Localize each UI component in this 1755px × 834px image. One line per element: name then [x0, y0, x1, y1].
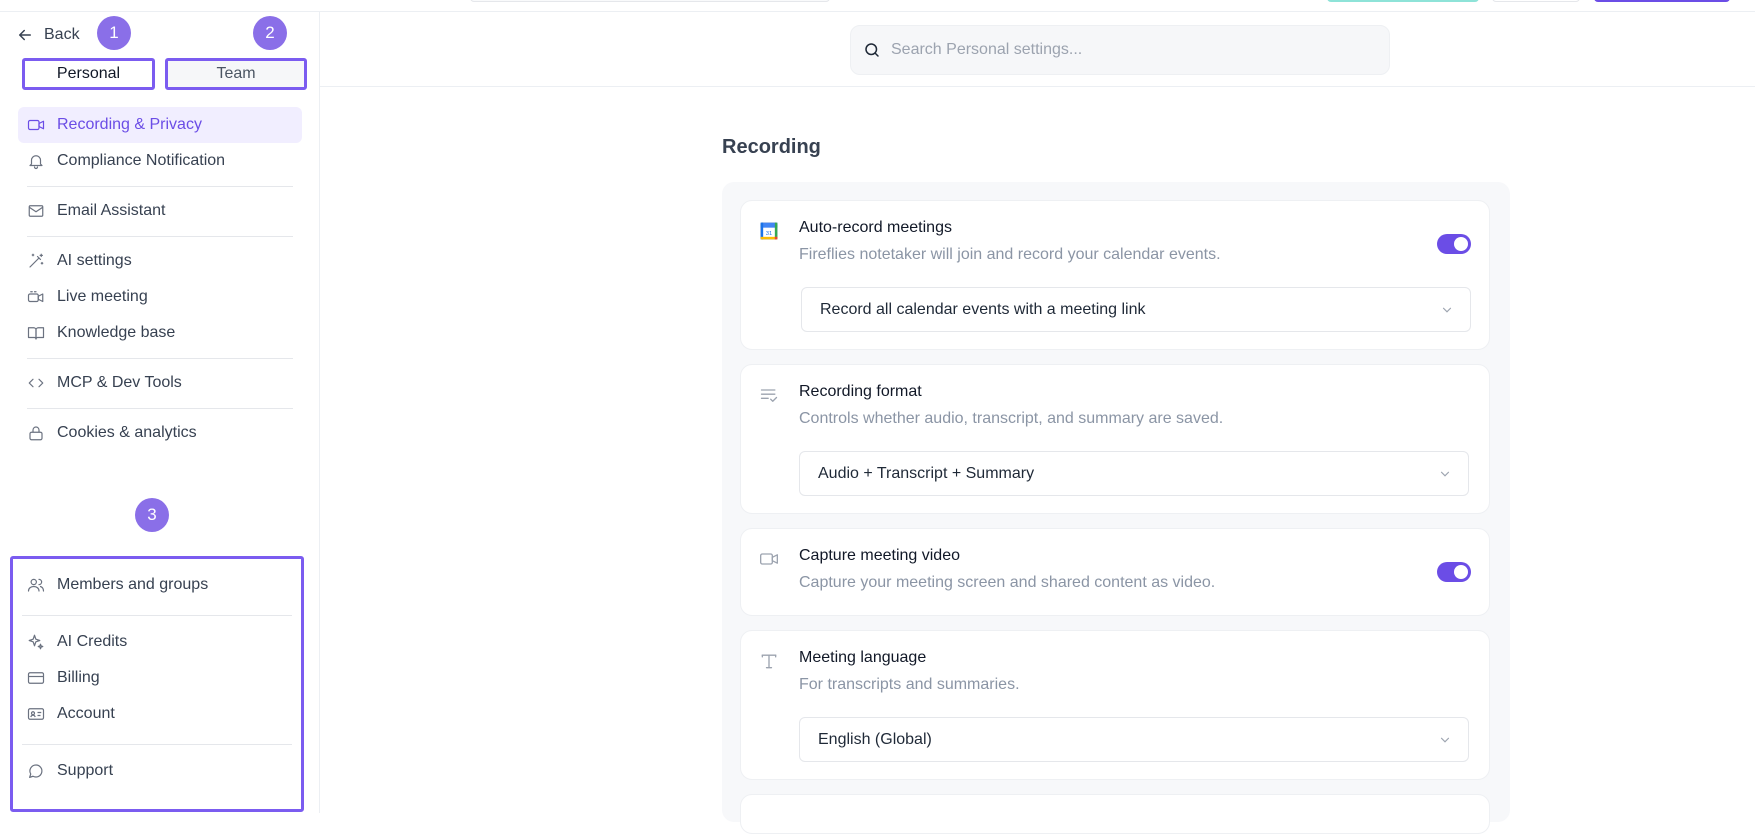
video-icon [27, 119, 45, 131]
sidebar-item-label: Billing [57, 669, 100, 686]
sidebar-item-email-assistant[interactable]: Email Assistant [18, 193, 302, 229]
back-button[interactable]: Back [16, 26, 80, 44]
sidebar-item-billing[interactable]: Billing [13, 660, 301, 696]
nav-divider [27, 186, 293, 187]
sidebar-item-label: Compliance Notification [57, 152, 226, 169]
settings-scope-tabs: Personal Team [22, 58, 307, 90]
sidebar-item-ai-settings[interactable]: AI settings [18, 243, 302, 279]
message-circle-icon [29, 764, 43, 778]
code-icon [28, 378, 44, 388]
id-card-icon [27, 708, 45, 720]
capture-video-description: Capture your meeting screen and shared c… [799, 574, 1216, 591]
next-setting-card [740, 794, 1490, 834]
sidebar-item-members-groups[interactable]: Members and groups [13, 567, 301, 603]
sidebar-item-compliance-notification[interactable]: Compliance Notification [18, 143, 302, 179]
auto-record-card: 31 Auto-record meetings Fireflies noteta… [740, 200, 1490, 350]
sidebar-item-label: Recording & Privacy [57, 116, 202, 133]
recording-settings-panel: 31 Auto-record meetings Fireflies noteta… [722, 182, 1510, 834]
top-secondary-button[interactable] [1492, 0, 1580, 2]
sidebar-item-knowledge-base[interactable]: Knowledge base [18, 315, 302, 351]
back-label: Back [44, 26, 80, 43]
sidebar-item-label: Email Assistant [57, 202, 166, 219]
meeting-language-title: Meeting language [799, 649, 927, 666]
capture-video-card: Capture meeting video Capture your meeti… [740, 528, 1490, 616]
chevron-down-icon [1440, 471, 1450, 477]
settings-sidebar: Back 1 2 Personal Team Recording & Priva… [0, 12, 320, 813]
sidebar-item-label: MCP & Dev Tools [57, 374, 182, 391]
nav-divider [27, 408, 293, 409]
sidebar-item-recording-privacy[interactable]: Recording & Privacy [18, 107, 302, 143]
top-promo-button[interactable] [1327, 0, 1479, 2]
meeting-language-select[interactable]: English (Global) [799, 717, 1469, 762]
team-settings-group: Members and groups AI Credits Billing Ac… [10, 556, 304, 812]
top-primary-button[interactable] [1594, 0, 1730, 2]
sidebar-item-label: AI Credits [57, 633, 128, 650]
sidebar-item-mcp-dev-tools[interactable]: MCP & Dev Tools [18, 365, 302, 401]
capture-video-toggle[interactable] [1437, 562, 1471, 582]
sidebar-item-cookies-analytics[interactable]: Cookies & analytics [18, 415, 302, 451]
list-check-icon [760, 389, 778, 402]
recording-format-select[interactable]: Audio + Transcript + Summary [799, 451, 1469, 496]
recording-format-card: Recording format Controls whether audio,… [740, 364, 1490, 514]
mail-icon [28, 205, 44, 217]
lock-icon [29, 426, 43, 441]
search-input[interactable] [891, 41, 1371, 59]
auto-record-select-value: Record all calendar events with a meetin… [820, 300, 1146, 318]
meeting-language-description: For transcripts and summaries. [799, 676, 1020, 693]
credit-card-icon [27, 672, 45, 684]
meeting-language-select-value: English (Global) [818, 730, 932, 748]
recording-format-description: Controls whether audio, transcript, and … [799, 410, 1224, 427]
sidebar-item-label: Knowledge base [57, 324, 176, 341]
nav-divider [22, 744, 292, 745]
recording-format-title: Recording format [799, 383, 922, 400]
text-icon [761, 654, 777, 669]
top-search-field[interactable] [470, 0, 830, 2]
capture-video-title: Capture meeting video [799, 547, 960, 564]
bell-icon [29, 155, 43, 170]
chevron-down-icon [1442, 307, 1452, 313]
search-box[interactable] [850, 25, 1390, 75]
chevron-down-icon [1440, 737, 1450, 743]
arrow-left-icon [19, 29, 31, 41]
tab-team[interactable]: Team [165, 58, 307, 90]
sidebar-item-label: AI settings [57, 252, 132, 269]
annotation-badge-1: 1 [97, 16, 131, 50]
sidebar-item-label: Live meeting [57, 288, 148, 305]
sidebar-item-label: Account [57, 705, 115, 722]
sidebar-item-ai-credits[interactable]: AI Credits [13, 624, 301, 660]
personal-settings-nav: Recording & Privacy Compliance Notificat… [18, 107, 302, 451]
meeting-language-card: Meeting language For transcripts and sum… [740, 630, 1490, 780]
annotation-badge-2: 2 [253, 16, 287, 50]
recording-format-select-value: Audio + Transcript + Summary [818, 464, 1035, 482]
search-header [320, 12, 1755, 87]
sidebar-item-support[interactable]: Support [13, 753, 301, 789]
sidebar-item-account[interactable]: Account [13, 696, 301, 732]
page-title: Recording [722, 136, 821, 158]
annotation-badge-3: 3 [135, 498, 169, 532]
users-icon [27, 578, 45, 592]
auto-record-select[interactable]: Record all calendar events with a meetin… [801, 287, 1471, 332]
nav-divider [27, 358, 293, 359]
sidebar-item-label: Support [57, 762, 114, 779]
sparkles-icon [28, 634, 44, 650]
tab-personal[interactable]: Personal [22, 58, 155, 90]
calendar-day-label: 31 [766, 231, 772, 237]
video-icon [760, 553, 778, 565]
calendar-icon: 31 [760, 222, 778, 240]
top-toolbar-strip [0, 0, 1755, 12]
search-icon [865, 43, 879, 57]
auto-record-toggle[interactable] [1437, 234, 1471, 254]
auto-record-description: Fireflies notetaker will join and record… [799, 246, 1221, 263]
book-open-icon [27, 327, 45, 340]
auto-record-title: Auto-record meetings [799, 219, 952, 236]
live-video-icon [27, 291, 44, 303]
sidebar-item-live-meeting[interactable]: Live meeting [18, 279, 302, 315]
magic-wand-icon [29, 253, 44, 268]
nav-divider [22, 615, 292, 616]
settings-main: Recording 31 Auto-record meetings Firefl… [320, 12, 1755, 834]
sidebar-item-label: Members and groups [57, 576, 209, 593]
sidebar-item-label: Cookies & analytics [57, 424, 197, 441]
nav-divider [27, 236, 293, 237]
